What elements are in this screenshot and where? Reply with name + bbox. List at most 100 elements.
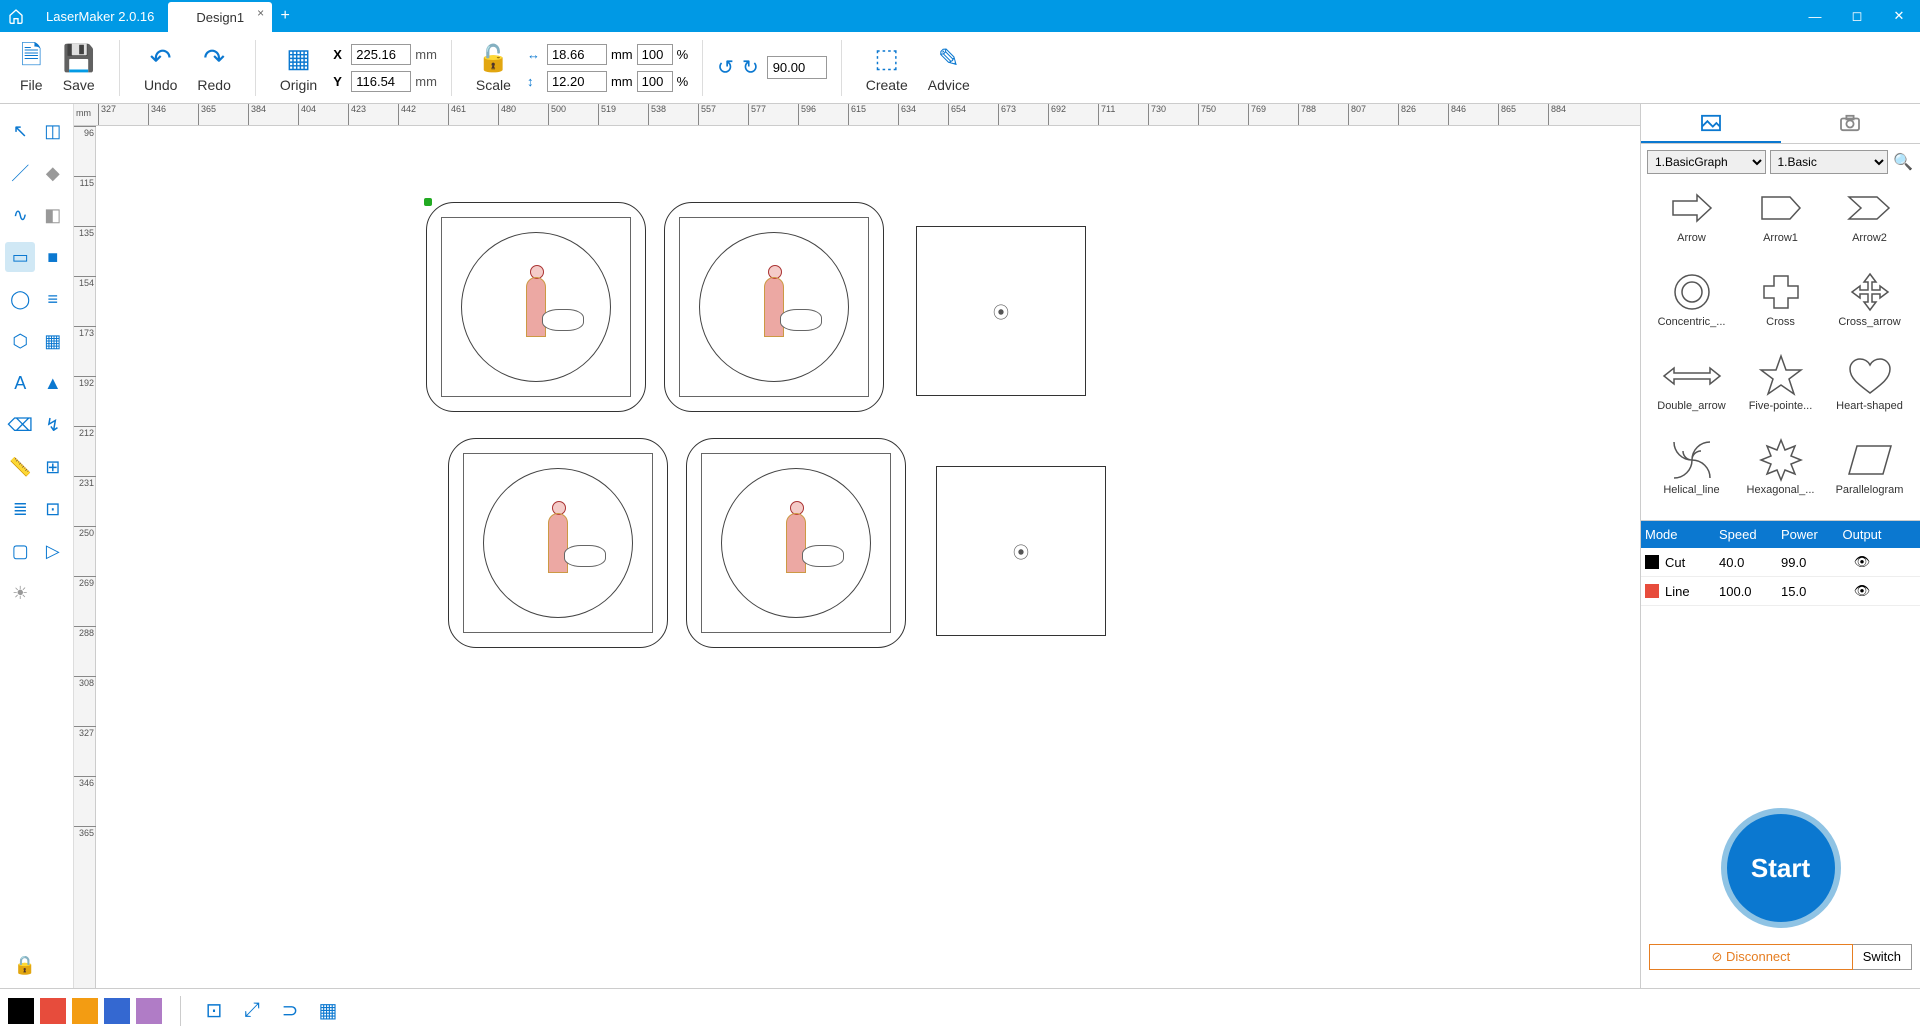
advice-button[interactable]: ✎ Advice — [918, 39, 980, 97]
shape-item[interactable]: Double_arrow — [1649, 352, 1734, 432]
shape-label: Helical_line — [1663, 484, 1719, 496]
grid-tool[interactable]: ▦ — [38, 326, 68, 356]
ruler-tool[interactable]: 📏 — [5, 452, 35, 482]
rotate-ccw-icon[interactable]: ↺ — [717, 55, 734, 80]
color-swatch[interactable] — [72, 998, 98, 1024]
layer-row[interactable]: Line100.015.0👁 — [1641, 577, 1920, 606]
edit-path-tool[interactable]: ↯ — [38, 410, 68, 440]
blank-panel[interactable]: ⦿ — [916, 226, 1086, 396]
frame-tool[interactable]: ▢ — [5, 536, 35, 566]
new-tab-button[interactable]: + — [272, 7, 298, 25]
scale-button[interactable]: 🔓 Scale — [466, 39, 521, 97]
document-tab[interactable]: Design1 × — [168, 2, 272, 32]
shape-item[interactable]: Concentric_... — [1649, 268, 1734, 348]
height-input[interactable] — [547, 71, 607, 92]
ruler-tick: 404 — [298, 104, 316, 126]
shape-icon — [1657, 352, 1727, 400]
ruler-tick: 730 — [1148, 104, 1166, 126]
filled-rect-tool[interactable]: ■ — [38, 242, 68, 272]
save-button[interactable]: 💾 Save — [53, 39, 105, 97]
start-button[interactable]: Start — [1721, 808, 1841, 928]
rotation-input[interactable] — [767, 56, 827, 79]
color-swatch[interactable] — [104, 998, 130, 1024]
close-tab-icon[interactable]: × — [257, 6, 264, 20]
ellipse-tool[interactable]: ◯ — [5, 284, 35, 314]
mirror-tool[interactable]: ▲ — [38, 368, 68, 398]
zoom-selection-icon[interactable]: ⤢ — [237, 999, 267, 1022]
shape-item[interactable]: Parallelogram — [1827, 436, 1912, 516]
disconnect-status[interactable]: ⊘ Disconnect — [1649, 944, 1853, 970]
shapes-tab[interactable] — [1641, 104, 1781, 143]
close-window-button[interactable]: ✕ — [1878, 8, 1920, 24]
ruler-tick: 654 — [948, 104, 966, 126]
shape-item[interactable]: Hexagonal_... — [1738, 436, 1823, 516]
search-shapes-icon[interactable]: 🔍 — [1892, 152, 1914, 172]
shape-category-1[interactable]: 1.BasicGraph — [1647, 150, 1766, 174]
file-button[interactable]: 🗎 File — [10, 39, 53, 97]
right-panel: 1.BasicGraph 1.Basic 🔍 ArrowArrow1Arrow2… — [1640, 104, 1920, 988]
line-tool[interactable]: ／ — [5, 158, 35, 188]
color-swatch[interactable] — [40, 998, 66, 1024]
width-input[interactable] — [547, 44, 607, 65]
shape-item[interactable]: Cross_arrow — [1827, 268, 1912, 348]
layer-visibility-icon[interactable]: 👁 — [1837, 548, 1887, 576]
align-tool[interactable]: ≡ — [38, 284, 68, 314]
col-speed-header: Speed — [1715, 521, 1777, 548]
design-panel[interactable] — [664, 202, 884, 412]
array-tool[interactable]: ⊞ — [38, 452, 68, 482]
shape-item[interactable]: Five-pointe... — [1738, 352, 1823, 432]
grid-toggle-icon[interactable]: ▦ — [313, 998, 343, 1023]
layers-tool[interactable]: ≣ — [5, 494, 35, 524]
blank-panel[interactable]: ⦿ — [936, 466, 1106, 636]
magnet-icon[interactable]: ⊃ — [275, 998, 305, 1023]
y-input[interactable] — [351, 71, 411, 92]
minimize-button[interactable]: — — [1794, 9, 1836, 24]
ruler-tick: 692 — [1048, 104, 1066, 126]
x-input[interactable] — [351, 44, 411, 65]
polygon-tool[interactable]: ⬡ — [5, 326, 35, 356]
undo-button[interactable]: ↶ Undo — [134, 39, 187, 97]
rotate-cw-icon[interactable]: ↻ — [742, 55, 759, 80]
shape-tool[interactable]: ◧ — [38, 200, 68, 230]
rect-tool[interactable]: ▭ — [5, 242, 35, 272]
shape-item[interactable]: Helical_line — [1649, 436, 1734, 516]
camera-tab[interactable] — [1781, 104, 1920, 143]
shape-item[interactable]: Arrow — [1649, 184, 1734, 264]
shape-item[interactable]: Heart-shaped — [1827, 352, 1912, 432]
layer-visibility-icon[interactable]: 👁 — [1837, 577, 1887, 605]
design-panel[interactable] — [448, 438, 668, 648]
fit-view-icon[interactable]: ⊡ — [199, 998, 229, 1023]
shape-item[interactable]: Cross — [1738, 268, 1823, 348]
width-pct-input[interactable] — [637, 44, 673, 65]
maximize-button[interactable]: ◻ — [1836, 8, 1878, 24]
create-button[interactable]: ⬚ Create — [856, 39, 918, 97]
redo-button[interactable]: ↷ Redo — [187, 39, 240, 97]
eraser-tool[interactable]: ⌫ — [5, 410, 35, 440]
home-button[interactable] — [0, 8, 32, 24]
ruler-unit: mm — [76, 108, 91, 118]
marquee-tool[interactable]: ◫ — [38, 116, 68, 146]
shape-item[interactable]: Arrow2 — [1827, 184, 1912, 264]
color-swatch[interactable] — [8, 998, 34, 1024]
select-tool[interactable]: ↖ — [5, 116, 35, 146]
shape-label: Cross — [1766, 316, 1795, 328]
group-tool[interactable]: ⊡ — [38, 494, 68, 524]
lock-button[interactable]: 🔒 — [10, 950, 40, 980]
laser-tool[interactable]: ☀ — [5, 578, 35, 608]
origin-button[interactable]: ▦ Origin — [270, 39, 327, 97]
shape-category-2[interactable]: 1.Basic — [1770, 150, 1889, 174]
curve-tool[interactable]: ∿ — [5, 200, 35, 230]
design-panel[interactable] — [686, 438, 906, 648]
height-pct-input[interactable] — [637, 71, 673, 92]
design-canvas[interactable]: ⦿ ⦿ — [96, 126, 1640, 988]
shape-label: Parallelogram — [1836, 484, 1904, 496]
color-swatch[interactable] — [136, 998, 162, 1024]
fill-tool[interactable]: ◆ — [38, 158, 68, 188]
ruler-tick: 807 — [1348, 104, 1366, 126]
path-direction-tool[interactable]: ▷ — [38, 536, 68, 566]
layer-row[interactable]: Cut40.099.0👁 — [1641, 548, 1920, 577]
text-tool[interactable]: A — [5, 368, 35, 398]
design-panel[interactable] — [426, 202, 646, 412]
switch-button[interactable]: Switch — [1853, 944, 1912, 970]
shape-item[interactable]: Arrow1 — [1738, 184, 1823, 264]
